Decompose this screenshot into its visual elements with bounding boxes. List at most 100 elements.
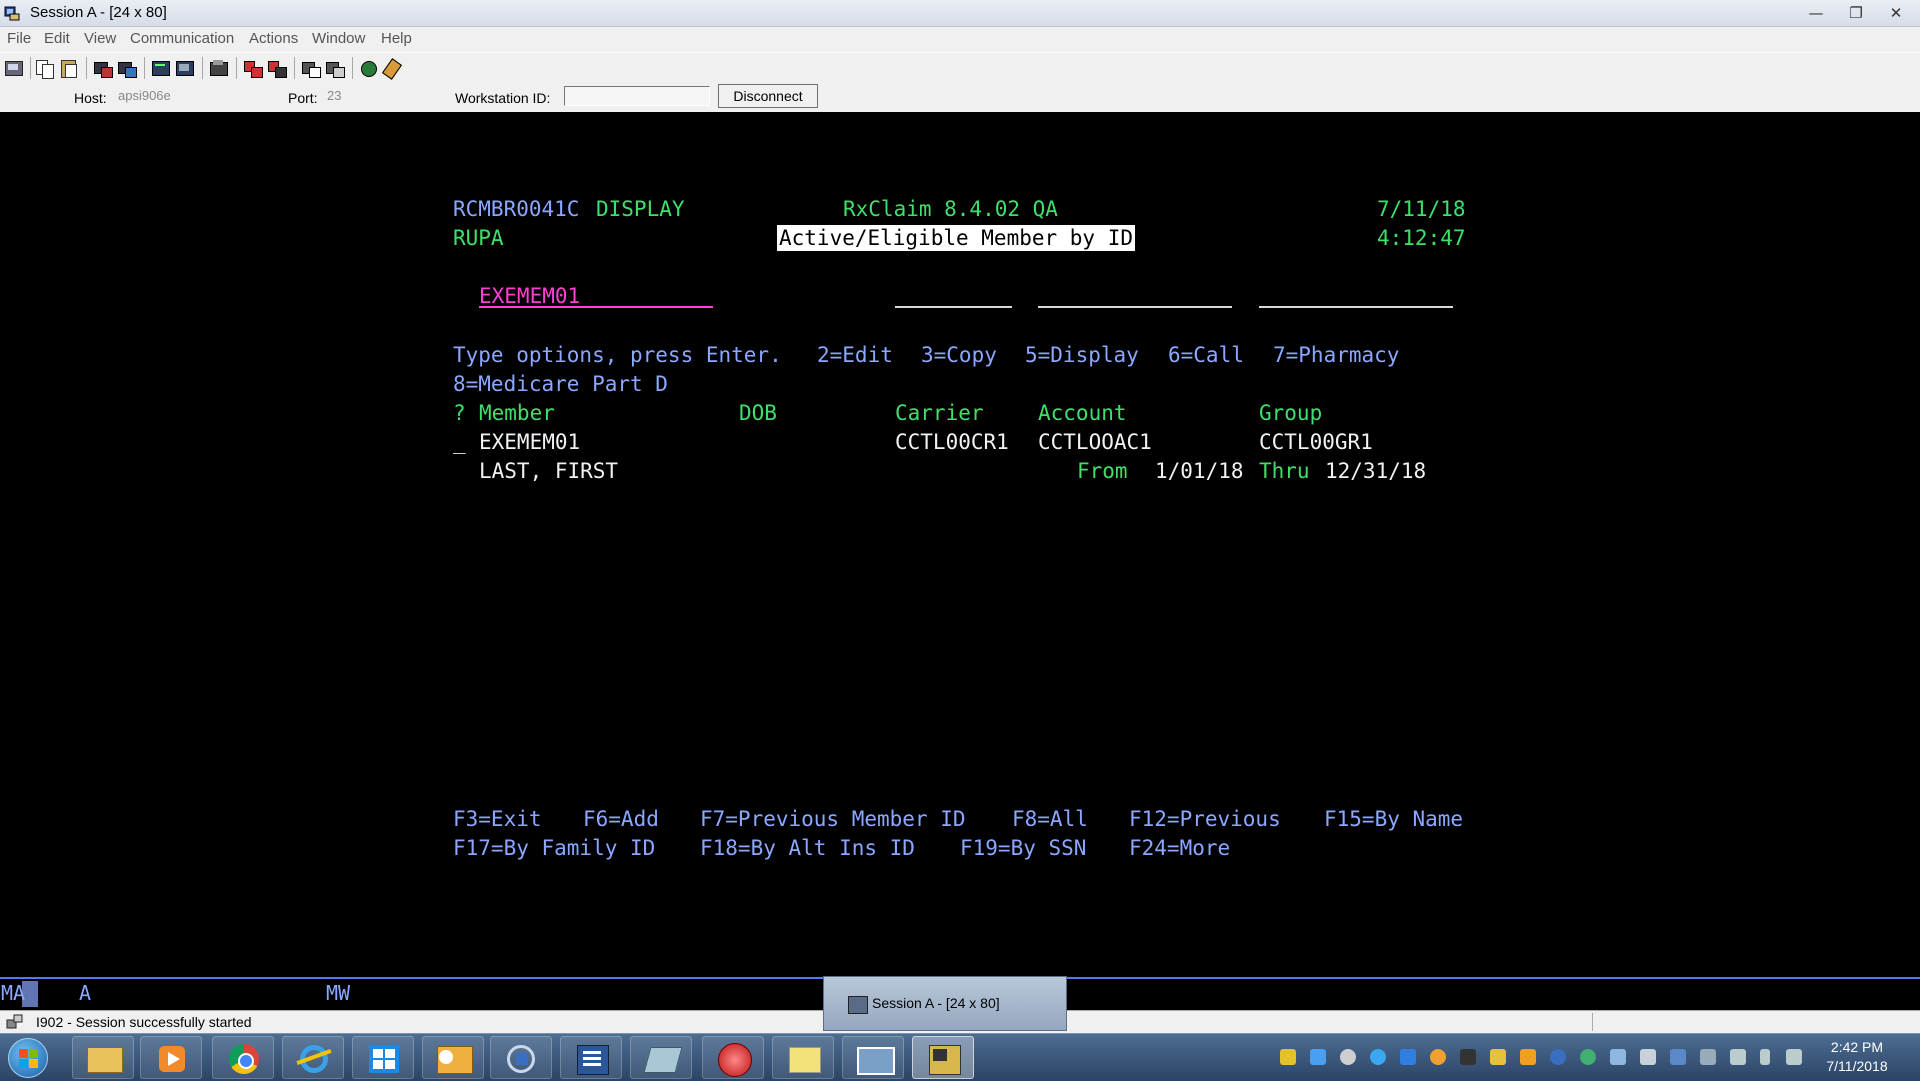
notes-icon[interactable]	[630, 1036, 692, 1079]
program-id: RCMBR0041C	[453, 197, 580, 221]
row-thru-date: 12/31/18	[1325, 459, 1427, 483]
minimize-icon[interactable]: —	[1802, 3, 1830, 23]
explorer-icon[interactable]	[72, 1036, 134, 1079]
fkey-f3: F3=Exit	[453, 807, 542, 831]
tray-display-icon[interactable]	[1700, 1049, 1716, 1065]
terminal-screen[interactable]: RCMBR0041C DISPLAY RxClaim 8.4.02 QA 7/1…	[0, 112, 1920, 977]
tray-signal-icon[interactable]	[1786, 1049, 1802, 1065]
menu-file[interactable]: File	[7, 30, 31, 47]
paste-icon[interactable]	[58, 58, 80, 78]
tray-gear-icon[interactable]	[1610, 1049, 1626, 1065]
taskbar-preview[interactable]: Session A - [24 x 80]	[823, 976, 1067, 1031]
menu-bar: File Edit View Communication Actions Win…	[0, 27, 1920, 52]
fkey-f8: F8=All	[1012, 807, 1088, 831]
status-connection-icon	[6, 1014, 23, 1029]
instructions-text: Type options, press Enter.	[453, 343, 782, 367]
macro-icon[interactable]	[208, 58, 230, 78]
windows-store-icon[interactable]	[352, 1036, 414, 1079]
start-button-icon[interactable]	[8, 1038, 48, 1078]
tray-chat-icon[interactable]	[1370, 1049, 1386, 1065]
globe-icon[interactable]	[358, 58, 380, 78]
tray-green-icon[interactable]	[1580, 1049, 1596, 1065]
row-carrier: CCTL00CR1	[895, 430, 1009, 454]
red-app-icon[interactable]	[702, 1036, 764, 1079]
fkey-f17: F17=By Family ID	[453, 836, 656, 860]
tray-clock-icon[interactable]	[1550, 1049, 1566, 1065]
fkey-f18: F18=By Alt Ins ID	[700, 836, 915, 860]
menu-view[interactable]: View	[84, 30, 116, 47]
transfer-back-icon[interactable]	[324, 58, 346, 78]
account-search-field[interactable]	[1038, 306, 1232, 308]
tray-volume-icon[interactable]	[1730, 1049, 1746, 1065]
menu-communication[interactable]: Communication	[130, 30, 234, 47]
carrier-search-field[interactable]	[895, 306, 1012, 308]
transfer-icon[interactable]	[300, 58, 322, 78]
menu-actions[interactable]: Actions	[249, 30, 298, 47]
menu-edit[interactable]: Edit	[44, 30, 70, 47]
close-icon[interactable]: ✕	[1882, 3, 1910, 23]
settings-icon[interactable]	[381, 58, 404, 80]
session-icon	[848, 996, 868, 1014]
tray-windows-icon[interactable]	[1400, 1049, 1416, 1065]
host-label: Host:	[74, 90, 107, 106]
row-select-field[interactable]: _	[453, 429, 466, 455]
member-search-underline[interactable]	[479, 306, 713, 308]
group-search-field[interactable]	[1259, 306, 1453, 308]
title-bar: Session A - [24 x 80] — ❐ ✕	[0, 0, 1920, 27]
remote-desktop-icon[interactable]	[490, 1036, 552, 1079]
col-dob: DOB	[739, 401, 777, 425]
screen-time: 4:12:47	[1377, 226, 1466, 250]
word-icon[interactable]	[560, 1036, 622, 1079]
row-name: LAST, FIRST	[479, 459, 619, 483]
oia-mw: MW	[326, 981, 351, 1005]
tray-monitor-icon[interactable]	[1670, 1049, 1686, 1065]
media-player-icon[interactable]	[140, 1036, 202, 1079]
session-a-taskbar-icon[interactable]	[912, 1036, 974, 1079]
internet-explorer-icon[interactable]	[282, 1036, 344, 1079]
receive-icon[interactable]	[116, 58, 138, 78]
port-field[interactable]: 23	[323, 86, 371, 106]
photos-icon[interactable]	[842, 1036, 904, 1079]
clock-date: 7/11/2018	[1826, 1058, 1888, 1074]
send-icon[interactable]	[92, 58, 114, 78]
copy-icon[interactable]	[34, 58, 56, 79]
row-group: CCTL00GR1	[1259, 430, 1373, 454]
disconnect-button[interactable]: Disconnect	[718, 84, 818, 108]
row-member-id: EXEMEM01	[479, 430, 581, 454]
host-field[interactable]: apsi906e	[114, 86, 260, 106]
fkey-f19: F19=By SSN	[960, 836, 1087, 860]
tray-battery-icon[interactable]	[1760, 1049, 1770, 1065]
workstation-field[interactable]	[564, 86, 710, 106]
preview-label: Session A - [24 x 80]	[872, 995, 1000, 1011]
display-icon[interactable]	[150, 58, 172, 78]
row-from-label: From	[1077, 459, 1128, 483]
tray-usb-icon[interactable]	[1640, 1049, 1656, 1065]
outlook-icon[interactable]	[422, 1036, 484, 1079]
record-macro-icon[interactable]	[242, 58, 264, 78]
tray-update-icon[interactable]	[1430, 1049, 1446, 1065]
keypad-icon[interactable]	[174, 58, 196, 78]
tray-network-icon[interactable]	[1310, 1049, 1326, 1065]
stop-macro-icon[interactable]	[266, 58, 288, 78]
tray-shield-icon[interactable]	[1280, 1049, 1296, 1065]
tray-sync-icon[interactable]	[1340, 1049, 1356, 1065]
menu-help[interactable]: Help	[381, 30, 412, 47]
tray-mail-icon[interactable]	[1490, 1049, 1506, 1065]
status-message: I902 - Session successfully started	[36, 1014, 252, 1030]
col-carrier: Carrier	[895, 401, 984, 425]
taskbar-clock[interactable]: 2:42 PM 7/11/2018	[1814, 1038, 1900, 1076]
fkey-f15: F15=By Name	[1324, 807, 1464, 831]
workstation-label: Workstation ID:	[455, 90, 551, 106]
tray-app-icon[interactable]	[1460, 1049, 1476, 1065]
print-screen-icon[interactable]	[3, 58, 25, 78]
oia-a: A	[79, 981, 92, 1005]
col-group: Group	[1259, 401, 1323, 425]
tray-outlook-icon[interactable]	[1520, 1049, 1536, 1065]
sticky-notes-icon[interactable]	[772, 1036, 834, 1079]
restore-icon[interactable]: ❐	[1842, 3, 1870, 23]
chrome-icon[interactable]	[212, 1036, 274, 1079]
toolbar	[0, 52, 1920, 84]
user-id: RUPA	[453, 226, 504, 250]
taskbar: 2:42 PM 7/11/2018	[0, 1033, 1920, 1081]
menu-window[interactable]: Window	[312, 30, 365, 47]
